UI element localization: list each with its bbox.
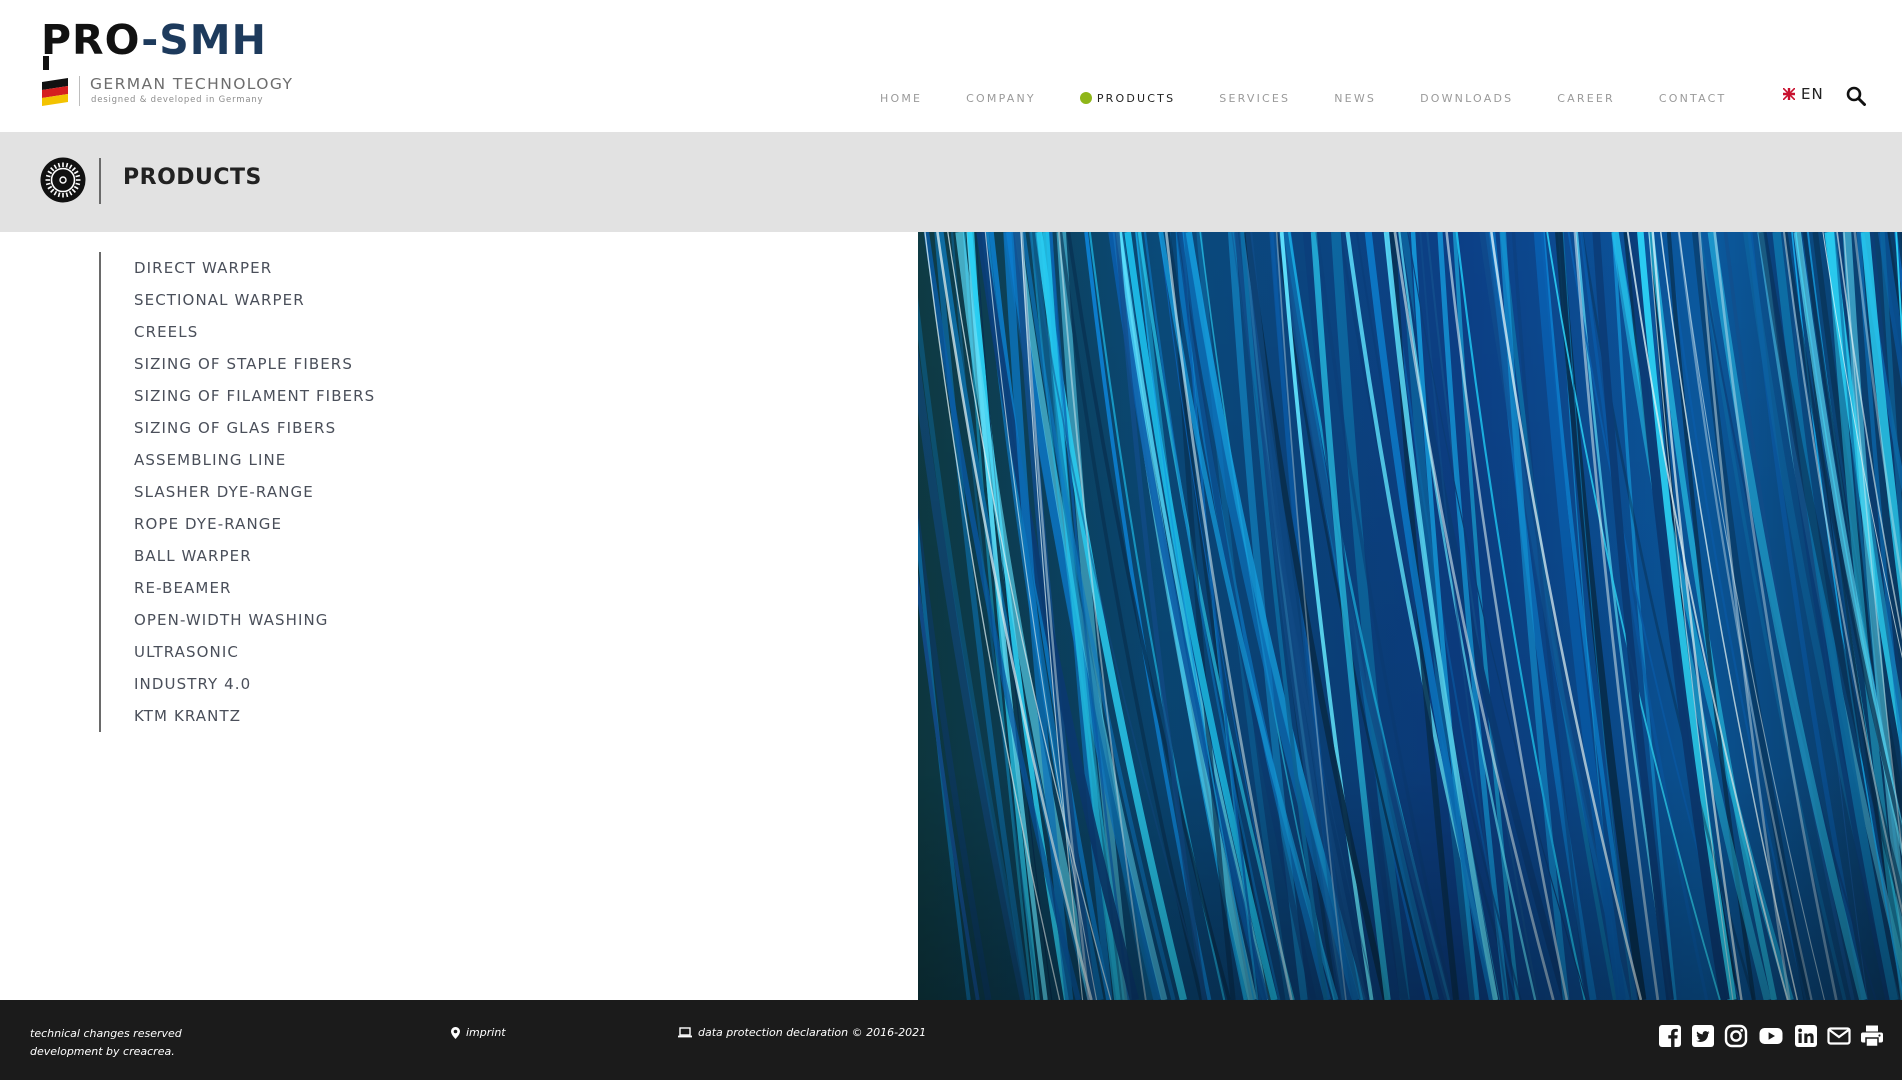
product-link-sizing-glas[interactable]: SIZING OF GLAS FIBERS bbox=[134, 417, 459, 449]
social-links bbox=[1658, 1024, 1893, 1048]
brand-logo[interactable]: PRO-SMH GERMAN TECHNOLOGY designed & dev… bbox=[41, 20, 301, 110]
youtube-icon[interactable] bbox=[1757, 1024, 1785, 1048]
privacy-link[interactable]: data protection declaration © 2016-2021 bbox=[678, 1026, 926, 1039]
product-link-re-beamer[interactable]: RE-BEAMER bbox=[134, 577, 459, 609]
product-link-sizing-filament[interactable]: SIZING OF FILAMENT FIBERS bbox=[134, 385, 459, 417]
gear-tooth bbox=[65, 162, 69, 168]
product-link-open-width-washing[interactable]: OPEN-WIDTH WASHING bbox=[134, 609, 459, 641]
gear-tooth bbox=[45, 174, 51, 178]
footer-technical-note: technical changes reserved bbox=[30, 1027, 182, 1040]
nav-news[interactable]: NEWS bbox=[1334, 92, 1376, 105]
nav-downloads[interactable]: DOWNLOADS bbox=[1420, 92, 1513, 105]
imprint-link[interactable]: imprint bbox=[451, 1026, 506, 1039]
site-footer: technical changes reserved development b… bbox=[0, 1000, 1902, 1080]
nav-products-label: PRODUCTS bbox=[1096, 91, 1176, 105]
language-label: EN bbox=[1801, 85, 1824, 103]
title-separator bbox=[99, 158, 101, 204]
logo-wordmark: PRO-SMH bbox=[41, 20, 267, 61]
privacy-label: data protection declaration © 2016-2021 bbox=[698, 1026, 927, 1039]
logo-separator bbox=[79, 76, 80, 106]
nav-company[interactable]: COMPANY bbox=[966, 92, 1036, 105]
gear-tooth bbox=[75, 182, 81, 186]
gear-icon bbox=[40, 157, 86, 203]
product-link-direct-warper[interactable]: DIRECT WARPER bbox=[134, 257, 459, 289]
twitter-icon[interactable] bbox=[1691, 1024, 1715, 1048]
map-pin-icon bbox=[451, 1026, 460, 1039]
page-title: PRODUCTS bbox=[123, 165, 262, 190]
product-link-ktm-krantz[interactable]: KTM KRANTZ bbox=[134, 705, 459, 737]
nav-contact[interactable]: CONTACT bbox=[1659, 92, 1727, 105]
gear-tooth bbox=[45, 182, 51, 186]
product-link-rope-dye-range[interactable]: ROPE DYE-RANGE bbox=[134, 513, 459, 545]
site-header: PRO-SMH GERMAN TECHNOLOGY designed & dev… bbox=[0, 0, 1902, 132]
mail-icon[interactable] bbox=[1827, 1024, 1851, 1048]
product-link-ball-warper[interactable]: BALL WARPER bbox=[134, 545, 459, 577]
page-title-band: PRODUCTS bbox=[0, 132, 1902, 232]
yarn-threads-illustration bbox=[918, 232, 1902, 1000]
search-icon[interactable] bbox=[1846, 86, 1866, 106]
print-icon[interactable] bbox=[1860, 1024, 1884, 1048]
product-link-sectional-warper[interactable]: SECTIONAL WARPER bbox=[134, 289, 459, 321]
footer-notes: technical changes reserved development b… bbox=[30, 1025, 182, 1061]
nav-services[interactable]: SERVICES bbox=[1219, 92, 1290, 105]
logo-dash: - bbox=[141, 16, 160, 64]
hero-image-yarn bbox=[918, 232, 1902, 1000]
footer-credit[interactable]: development by creacrea. bbox=[30, 1043, 182, 1061]
product-link-slasher-dye-range[interactable]: SLASHER DYE-RANGE bbox=[134, 481, 459, 513]
nav-career[interactable]: CAREER bbox=[1557, 92, 1615, 105]
product-link-sizing-staple[interactable]: SIZING OF STAPLE FIBERS bbox=[134, 353, 459, 385]
language-switch[interactable]: EN bbox=[1783, 85, 1824, 103]
logo-part-pro: PRO bbox=[41, 16, 142, 64]
nav-products[interactable]: PRODUCTS bbox=[1079, 91, 1176, 105]
main-nav: HOME COMPANY PRODUCTS SERVICES NEWS DOWN… bbox=[880, 88, 1770, 108]
facebook-icon[interactable] bbox=[1658, 1024, 1682, 1048]
active-indicator-dot bbox=[1079, 92, 1092, 104]
product-link-assembling-line[interactable]: ASSEMBLING LINE bbox=[134, 449, 459, 481]
product-link-creels[interactable]: CREELS bbox=[134, 321, 459, 353]
logo-tagline: designed & developed in Germany bbox=[91, 95, 264, 105]
german-flag-icon bbox=[41, 76, 69, 106]
logo-part-smh: SMH bbox=[159, 16, 267, 64]
logo-subtitle: GERMAN TECHNOLOGY bbox=[90, 75, 294, 93]
uk-flag-icon bbox=[1783, 88, 1795, 100]
product-link-industry-4[interactable]: INDUSTRY 4.0 bbox=[134, 673, 459, 705]
imprint-label: imprint bbox=[466, 1026, 506, 1039]
product-list: DIRECT WARPER SECTIONAL WARPER CREELS SI… bbox=[99, 252, 459, 732]
gear-tooth bbox=[57, 192, 61, 198]
logo-stem-decoration bbox=[43, 56, 49, 70]
gear-tooth bbox=[57, 162, 61, 168]
gear-tooth bbox=[75, 174, 81, 178]
linkedin-icon[interactable] bbox=[1794, 1024, 1818, 1048]
laptop-icon bbox=[678, 1027, 692, 1038]
nav-home[interactable]: HOME bbox=[880, 92, 922, 105]
instagram-icon[interactable] bbox=[1724, 1024, 1748, 1048]
product-link-ultrasonic[interactable]: ULTRASONIC bbox=[134, 641, 459, 673]
gear-tooth bbox=[65, 192, 69, 198]
